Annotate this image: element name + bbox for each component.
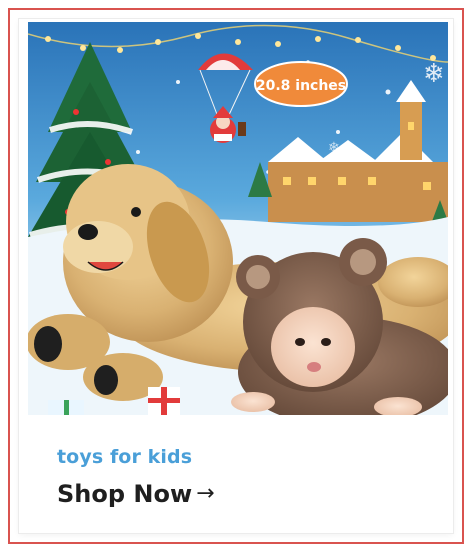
arrow-right-icon[interactable]: →: [196, 480, 214, 508]
promo-caption: toys for kids Shop Now →: [57, 446, 437, 508]
svg-text:❄: ❄: [423, 59, 445, 89]
shop-now-label[interactable]: Shop Now: [57, 480, 192, 508]
category-label: toys for kids: [57, 446, 193, 468]
product-image[interactable]: ❄ ❄ 20.8 inches: [28, 22, 448, 415]
shop-now-link[interactable]: Shop Now →: [57, 480, 437, 508]
size-badge: 20.8 inches: [254, 61, 348, 107]
promo-card[interactable]: ❄ ❄ 20.8 inches toys for kids Shop Now →: [19, 19, 453, 533]
svg-text:20.8 inches: 20.8 inches: [256, 78, 346, 94]
